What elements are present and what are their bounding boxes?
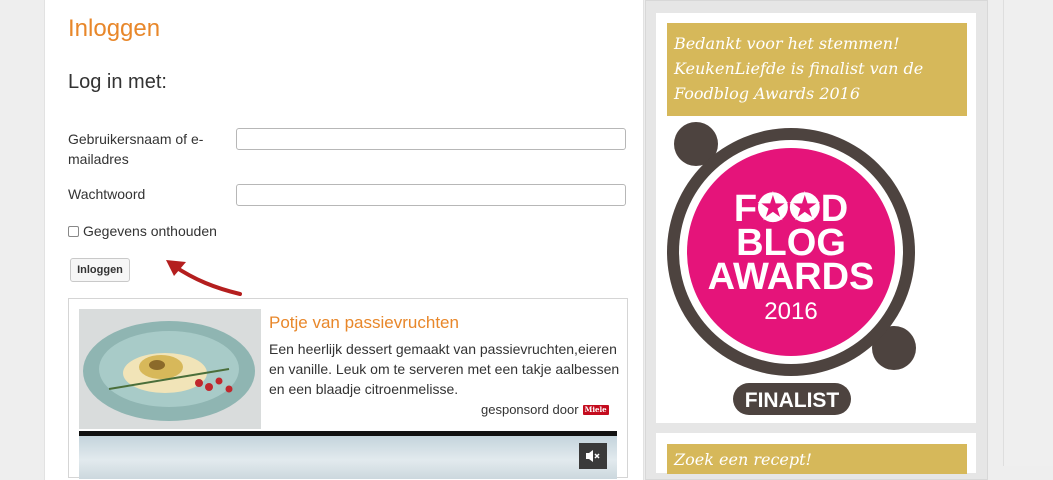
dessert-image: [79, 309, 261, 429]
recipe-ad[interactable]: Potje van passievruchten Een heerlijk de…: [68, 298, 628, 479]
remember-checkbox[interactable]: [68, 225, 79, 237]
red-arrow-icon: [166, 260, 242, 296]
password-input[interactable]: [236, 184, 626, 206]
sponsored-label: gesponsord door: [481, 402, 579, 417]
login-button[interactable]: Inloggen: [70, 258, 130, 282]
foodblog-awards-badge[interactable]: F✪✪D BLOG AWARDS 2016 FINALIST: [667, 121, 967, 421]
page-margin: [1003, 0, 1053, 466]
username-input[interactable]: [236, 128, 626, 150]
award-banner-text: Bedankt voor het stemmen! KeukenLiefde i…: [674, 34, 924, 103]
mute-button[interactable]: [579, 443, 607, 469]
badge-line-awards: AWARDS: [708, 256, 875, 298]
finalist-label: FINALIST: [745, 389, 840, 412]
recipe-title[interactable]: Potje van passievruchten: [269, 313, 459, 333]
page-title: Inloggen: [68, 15, 161, 42]
video-player[interactable]: [79, 431, 617, 479]
speaker-muted-icon: [586, 450, 600, 462]
search-banner-text: Zoek een recept!: [674, 450, 812, 469]
miele-logo[interactable]: Miele: [582, 404, 609, 415]
recipe-description: Een heerlijk dessert gemaakt van passiev…: [269, 341, 620, 397]
badge-year: 2016: [764, 298, 817, 325]
password-label: Wachtwoord: [68, 186, 146, 202]
remember-me[interactable]: Gegevens onthouden: [68, 223, 217, 239]
search-banner[interactable]: Zoek een recept!: [667, 444, 967, 474]
username-label: Gebruikersnaam of e-mailadres: [68, 131, 204, 167]
award-banner[interactable]: Bedankt voor het stemmen! KeukenLiefde i…: [667, 23, 967, 116]
video-frame: [79, 436, 617, 479]
sponsored-line: gesponsord door Miele: [481, 402, 609, 417]
remember-label: Gegevens onthouden: [83, 223, 217, 239]
login-with-heading: Log in met:: [68, 71, 167, 93]
